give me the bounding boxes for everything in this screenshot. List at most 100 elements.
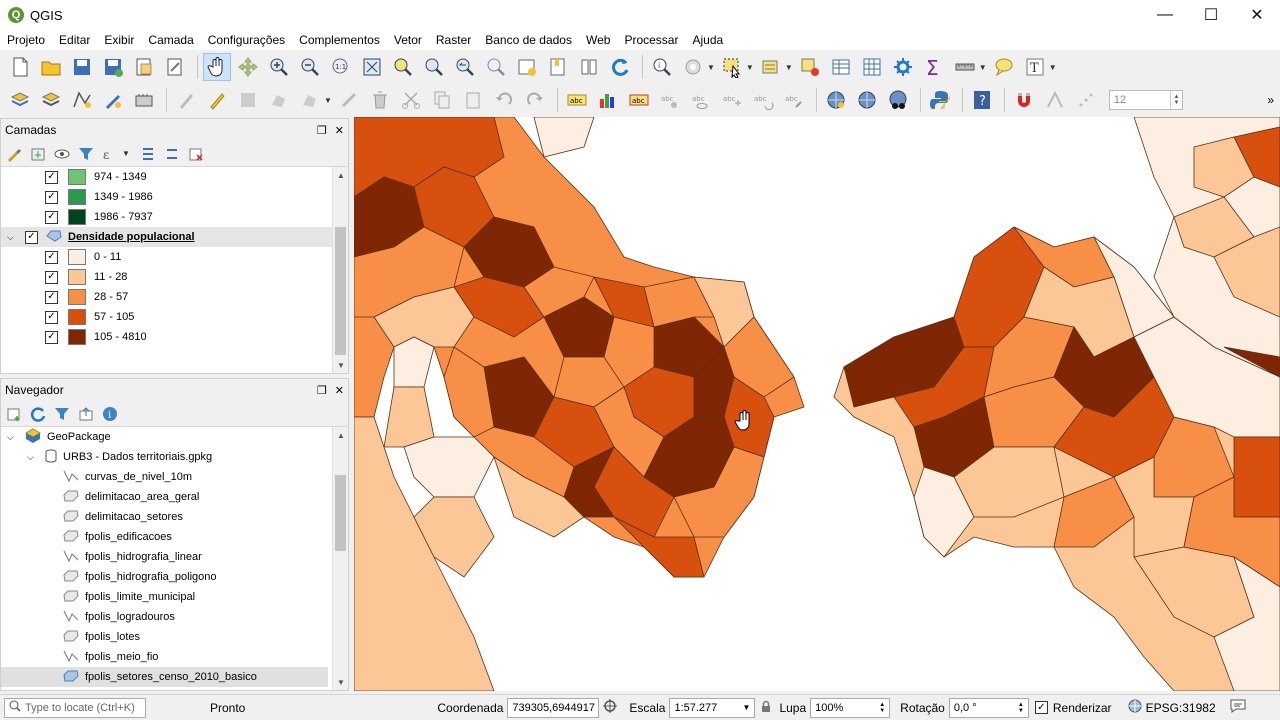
scale-combo[interactable]: 1:57.277 ▼ (669, 697, 756, 718)
scroll-up-icon[interactable]: ▲ (333, 427, 348, 443)
layer-row-densidade[interactable]: ⌵ ✓ Densidade populacional (1, 227, 332, 247)
tree-node-geopackage[interactable]: ⌵ GeoPackage (1, 427, 348, 447)
zoom-to-selection-icon[interactable] (389, 53, 417, 81)
vertex-tool-icon[interactable] (296, 86, 324, 114)
save-as-icon[interactable] (99, 53, 127, 81)
float-panel-icon[interactable]: ❐ (317, 384, 327, 397)
chevron-down-icon[interactable]: ▼ (122, 149, 130, 158)
toggle-editing-icon[interactable] (203, 86, 231, 114)
manage-map-themes-icon[interactable] (53, 145, 71, 163)
move-label-icon[interactable]: abc (718, 86, 746, 114)
legend-item[interactable]: ✓ 105 - 4810 (1, 327, 348, 347)
locator-search-input[interactable]: Type to locate (Ctrl+K) (4, 697, 146, 718)
cut-features-icon[interactable] (397, 86, 425, 114)
menu-configuracoes[interactable]: Configurações (201, 33, 292, 47)
new-map-view-icon[interactable] (513, 53, 541, 81)
render-checkbox[interactable]: ✓ (1034, 701, 1048, 714)
pan-to-selection-icon[interactable] (234, 53, 262, 81)
menu-raster[interactable]: Raster (429, 33, 478, 47)
temporary-layer-icon[interactable] (130, 86, 158, 114)
tree-node-layer-selected[interactable]: fpolis_setores_censo_2010_basico (1, 667, 328, 687)
chevron-down-icon[interactable]: ▼ (1049, 63, 1057, 72)
chevron-down-icon[interactable]: ▼ (324, 96, 332, 105)
layer-labeling-icon[interactable]: abc (563, 86, 591, 114)
map-tips-icon[interactable] (990, 53, 1018, 81)
chevron-down-icon[interactable]: ▼ (743, 703, 751, 712)
coordinate-field[interactable]: 739305,6944917 (507, 697, 600, 718)
refresh-icon[interactable] (606, 53, 634, 81)
open-project-icon[interactable] (37, 53, 65, 81)
highlight-pinned-labels-icon[interactable]: abc (625, 86, 653, 114)
close-panel-icon[interactable]: ✕ (335, 384, 344, 397)
expand-arrow-icon[interactable]: ⌵ (27, 452, 41, 463)
filter-legend-icon[interactable] (77, 145, 95, 163)
magnifier-spinbox[interactable]: 100% ▲ ▼ (810, 697, 891, 718)
zoom-next-icon[interactable] (482, 53, 510, 81)
new-vector-layer-icon[interactable] (68, 86, 96, 114)
zoom-in-icon[interactable] (265, 53, 293, 81)
add-wms-layer-icon[interactable] (822, 86, 850, 114)
menu-exibir[interactable]: Exibir (97, 33, 141, 47)
copy-features-icon[interactable] (428, 86, 456, 114)
checkbox[interactable]: ✓ (45, 170, 58, 184)
tree-node-layer[interactable]: fpolis_hidrografia_poligono (1, 567, 348, 587)
modify-attributes-icon[interactable] (335, 86, 363, 114)
tree-node-layer[interactable]: fpolis_logradouros (1, 607, 348, 627)
menu-complementos[interactable]: Complementos (292, 33, 387, 47)
pin-labels-icon[interactable]: abc (656, 86, 684, 114)
checkbox[interactable]: ✓ (45, 190, 58, 204)
crs-globe-icon[interactable] (1128, 699, 1142, 716)
digitize-icon[interactable] (99, 86, 127, 114)
legend-item[interactable]: ✓ 28 - 57 (1, 287, 348, 307)
tree-node-layer[interactable]: curvas_de_nivel_10m (1, 467, 348, 487)
layer-diagram-icon[interactable] (594, 86, 622, 114)
checkbox[interactable]: ✓ (25, 230, 38, 244)
legend-item[interactable]: ✓ 11 - 28 (1, 267, 348, 287)
add-selected-layers-icon[interactable] (5, 405, 23, 423)
tree-node-layer[interactable]: fpolis_edificacoes (1, 527, 348, 547)
menu-editar[interactable]: Editar (52, 33, 97, 47)
identify-icon[interactable]: i (648, 53, 676, 81)
action-icon[interactable] (679, 53, 707, 81)
snapping-options-icon[interactable] (1041, 86, 1069, 114)
delete-selected-icon[interactable] (366, 86, 394, 114)
menu-banco-de-dados[interactable]: Banco de dados (478, 33, 579, 47)
toggle-extents-icon[interactable] (603, 699, 618, 716)
menu-web[interactable]: Web (579, 33, 617, 47)
layout-manager-icon[interactable] (161, 53, 189, 81)
show-hide-labels-icon[interactable]: abc (687, 86, 715, 114)
tree-node-layer[interactable]: fpolis_limite_municipal (1, 587, 348, 607)
browser-scrollbar[interactable]: ▲ ▼ (332, 427, 348, 690)
tree-node-layer[interactable]: fpolis_meio_fio (1, 647, 348, 667)
rotation-spinbox[interactable]: 0,0 ° ▲ ▼ (948, 697, 1029, 718)
add-wfs-layer-icon[interactable] (853, 86, 881, 114)
map-canvas[interactable] (354, 117, 1280, 691)
zoom-to-layer-icon[interactable] (420, 53, 448, 81)
spin-arrows-icon[interactable]: ▲ ▼ (1018, 702, 1024, 714)
messages-icon[interactable] (1230, 699, 1246, 716)
menu-projeto[interactable]: Projeto (0, 33, 52, 47)
snapping-magnet-icon[interactable] (1010, 86, 1038, 114)
collapse-all-icon[interactable] (77, 405, 95, 423)
maximize-button[interactable]: ☐ (1188, 0, 1234, 30)
chevron-down-icon[interactable]: ▼ (746, 63, 754, 72)
change-label-icon[interactable]: abc (780, 86, 808, 114)
add-feature-icon[interactable] (265, 86, 293, 114)
legend-item[interactable]: ✓ 1986 - 7937 (1, 207, 348, 227)
legend-item[interactable]: ✓ 974 - 1349 (1, 167, 348, 187)
zoom-last-icon[interactable] (451, 53, 479, 81)
label-size-spinbox[interactable]: 12 ▲ ▼ (1108, 90, 1183, 110)
layer-styling-icon[interactable] (5, 145, 23, 163)
menu-vetor[interactable]: Vetor (387, 33, 429, 47)
text-annotation-icon[interactable]: T (1021, 53, 1049, 81)
processing-toolbox-icon[interactable] (889, 53, 917, 81)
zoom-out-icon[interactable] (296, 53, 324, 81)
rotate-label-icon[interactable]: abc (749, 86, 777, 114)
menu-ajuda[interactable]: Ajuda (685, 33, 730, 47)
zoom-native-icon[interactable]: 1:1 (327, 53, 355, 81)
legend-item[interactable]: ✓ 1349 - 1986 (1, 187, 348, 207)
minimize-button[interactable]: — (1142, 0, 1188, 30)
close-window-button[interactable]: ✕ (1234, 0, 1280, 30)
filter-browser-icon[interactable] (53, 405, 71, 423)
checkbox[interactable]: ✓ (45, 270, 58, 284)
